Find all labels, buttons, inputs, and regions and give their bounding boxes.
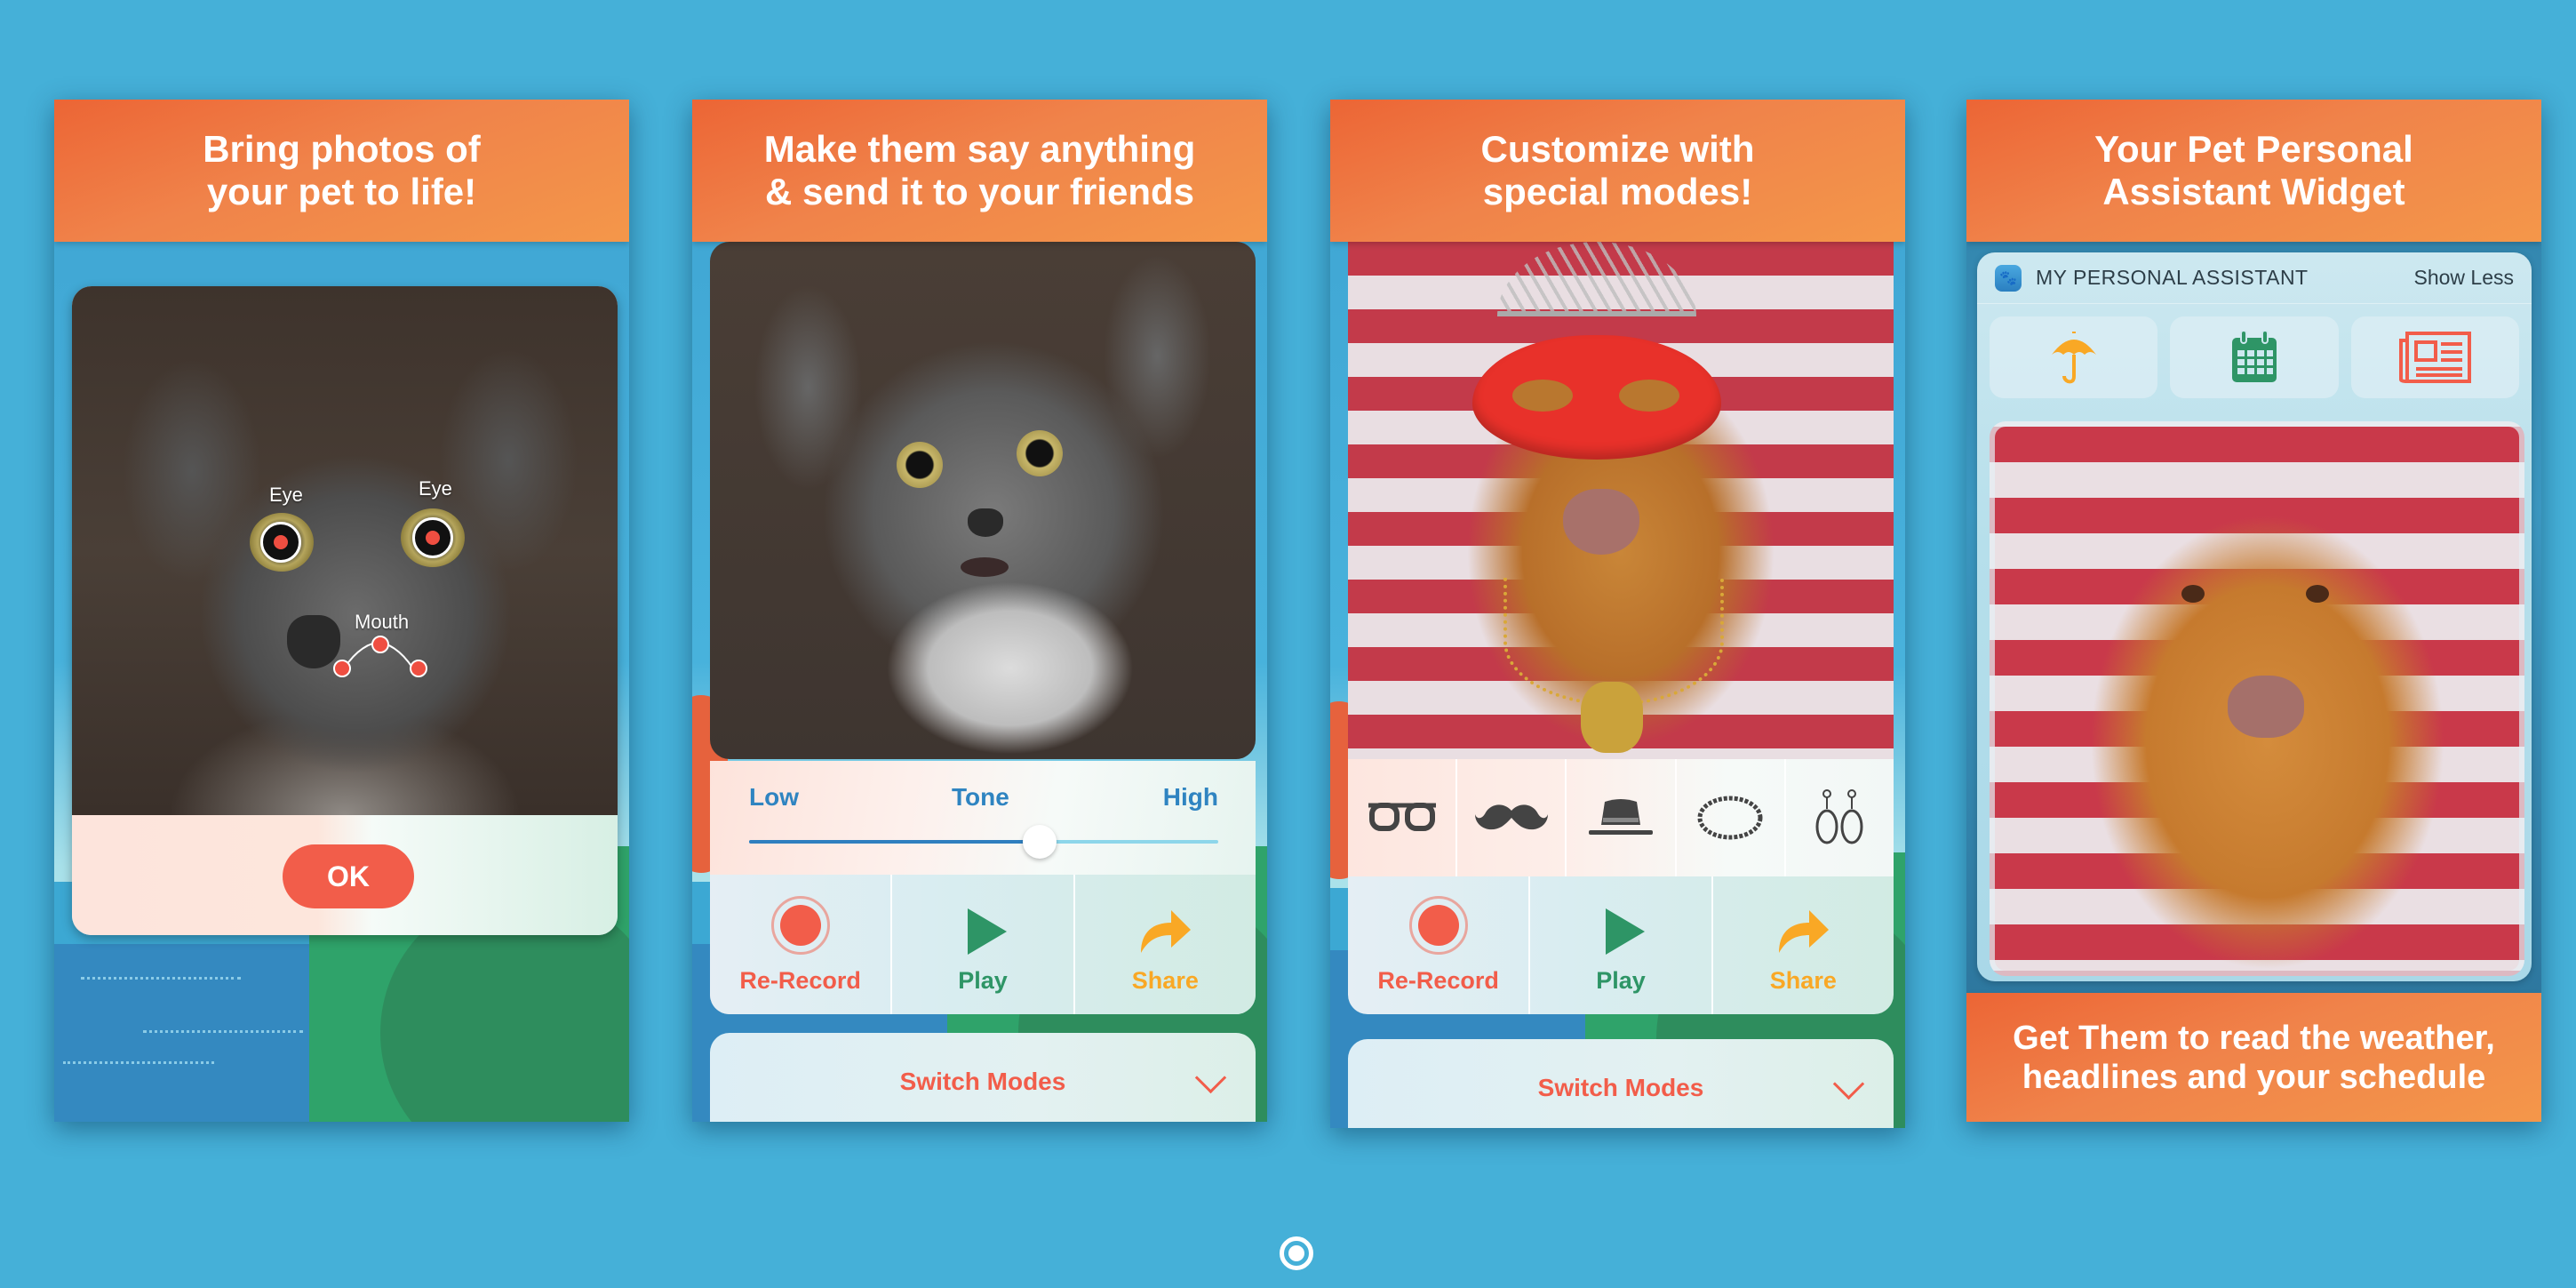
re-record-label: Re-Record	[1377, 967, 1499, 994]
mouth-marker-label: Mouth	[355, 611, 410, 633]
ok-area: OK	[72, 815, 618, 935]
tone-control-panel: Low Tone High Re-Record Play Share	[710, 761, 1256, 1014]
eye-marker-label: Eye	[419, 477, 452, 500]
screenshot-panel-2: Make them say anything & send it to your…	[692, 100, 1267, 1122]
re-record-button[interactable]: Re-Record	[1348, 876, 1531, 1014]
news-tile[interactable]	[2350, 316, 2519, 398]
play-label: Play	[1596, 967, 1646, 994]
accessory-hat[interactable]	[1567, 759, 1677, 876]
banner-line: Make them say anything	[763, 128, 1196, 170]
panel-banner: Make them say anything & send it to your…	[692, 100, 1267, 242]
banner-line: Bring photos of	[203, 128, 481, 170]
share-label: Share	[1131, 967, 1199, 994]
eye-marker-label: Eye	[269, 484, 303, 506]
play-label: Play	[958, 967, 1008, 994]
widget-header: 🐾 MY PERSONAL ASSISTANT Show Less	[1977, 252, 2532, 304]
banner-line: Get Them to read the weather,	[2013, 1019, 2495, 1057]
play-icon	[1605, 908, 1645, 955]
show-less-button[interactable]: Show Less	[2413, 266, 2514, 290]
switch-modes-label: Switch Modes	[899, 1068, 1066, 1095]
screenshot-panel-4: Your Pet Personal Assistant Widget 🐾 MY …	[1966, 100, 2541, 1122]
play-button[interactable]: Play	[1530, 876, 1713, 1014]
mouth-marker-right[interactable]	[410, 660, 427, 677]
personal-assistant-widget: 🐾 MY PERSONAL ASSISTANT Show Less	[1977, 252, 2532, 981]
tone-low-label: Low	[749, 783, 799, 811]
banner-line: & send it to your friends	[764, 171, 1195, 212]
widget-title: MY PERSONAL ASSISTANT	[2036, 266, 2309, 289]
panel-bottom-banner: Get Them to read the weather, headlines …	[1966, 993, 2541, 1122]
switch-modes-button[interactable]: Switch Modes	[1348, 1039, 1894, 1128]
banner-line: special modes!	[1482, 171, 1753, 212]
page-indicator-dot[interactable]	[1280, 1236, 1313, 1270]
tone-high-label: High	[1162, 783, 1218, 811]
chevron-down-icon	[1832, 1068, 1865, 1100]
tone-slider-fill	[749, 840, 1041, 844]
play-icon	[967, 908, 1007, 955]
banner-line: Your Pet Personal	[2094, 128, 2413, 170]
accessory-mustache[interactable]	[1457, 759, 1567, 876]
cat-photo: Eye Eye Mouth	[72, 286, 618, 815]
share-button[interactable]: Share	[1075, 875, 1256, 1014]
dog-photo	[1990, 421, 2524, 976]
calendar-tile[interactable]	[2170, 316, 2339, 398]
play-button[interactable]: Play	[892, 875, 1075, 1014]
cat-photo-card	[710, 242, 1256, 759]
accessory-earrings[interactable]	[1786, 759, 1894, 876]
action-panel: Re-Record Play Share	[1348, 876, 1894, 1014]
panel-banner: Bring photos of your pet to life!	[54, 100, 629, 242]
necklace-icon	[1697, 796, 1763, 840]
banner-line: your pet to life!	[206, 171, 477, 212]
newspaper-icon	[2399, 332, 2472, 383]
dog-photo	[1348, 242, 1894, 759]
paw-icon: 🐾	[1995, 264, 2022, 292]
calendar-icon	[2231, 331, 2277, 382]
cat-photo	[710, 242, 1256, 759]
widget-tiles	[1990, 316, 2519, 398]
banner-line: headlines and your schedule	[2022, 1058, 2486, 1096]
umbrella-icon	[2051, 332, 2096, 384]
medal-sticker[interactable]	[1581, 682, 1643, 753]
tiara-sticker[interactable]	[1497, 242, 1696, 316]
mouth-marker-left[interactable]	[333, 660, 351, 677]
re-record-button[interactable]: Re-Record	[710, 875, 893, 1014]
share-label: Share	[1769, 967, 1837, 994]
action-row: Re-Record Play Share	[1348, 876, 1894, 1014]
banner-line: Customize with	[1480, 128, 1755, 170]
right-eye-marker[interactable]	[412, 517, 453, 558]
dog-nose	[1563, 489, 1639, 555]
ok-button[interactable]: OK	[283, 844, 414, 908]
weather-tile[interactable]	[1990, 316, 2158, 398]
chevron-down-icon	[1194, 1061, 1227, 1094]
glasses-icon	[1368, 803, 1436, 831]
share-button[interactable]: Share	[1713, 876, 1894, 1014]
tone-title: Tone	[952, 783, 1009, 811]
mask-sticker[interactable]	[1472, 335, 1721, 460]
earrings-icon	[1815, 789, 1863, 844]
action-row: Re-Record Play Share	[710, 875, 1256, 1014]
tone-slider[interactable]	[749, 825, 1218, 859]
switch-modes-button[interactable]: Switch Modes	[710, 1033, 1256, 1122]
accessory-picker	[1348, 759, 1894, 876]
re-record-label: Re-Record	[739, 967, 861, 994]
screenshot-panel-1: Bring photos of your pet to life! Eye Ey…	[54, 100, 629, 1122]
mustache-icon	[1474, 804, 1548, 830]
screenshot-panel-3: Customize with special modes! Re-Record …	[1330, 100, 1905, 1128]
record-icon	[1408, 896, 1468, 955]
panel-banner: Customize with special modes!	[1330, 100, 1905, 242]
panel-banner: Your Pet Personal Assistant Widget	[1966, 100, 2541, 242]
mouth-marker-center[interactable]	[371, 636, 389, 653]
tone-slider-thumb[interactable]	[1023, 825, 1057, 859]
accessory-necklace[interactable]	[1677, 759, 1786, 876]
left-eye-marker[interactable]	[260, 522, 301, 563]
share-icon	[1779, 910, 1830, 953]
record-icon	[770, 896, 830, 955]
share-icon	[1141, 910, 1192, 953]
tone-slider-row: Low Tone High	[710, 761, 1256, 875]
dog-nose	[2228, 676, 2304, 738]
accessory-glasses[interactable]	[1348, 759, 1458, 876]
hat-icon	[1589, 799, 1653, 835]
face-setup-card: Eye Eye Mouth OK	[72, 286, 618, 935]
banner-line: Assistant Widget	[2102, 171, 2405, 212]
switch-modes-label: Switch Modes	[1537, 1074, 1704, 1101]
